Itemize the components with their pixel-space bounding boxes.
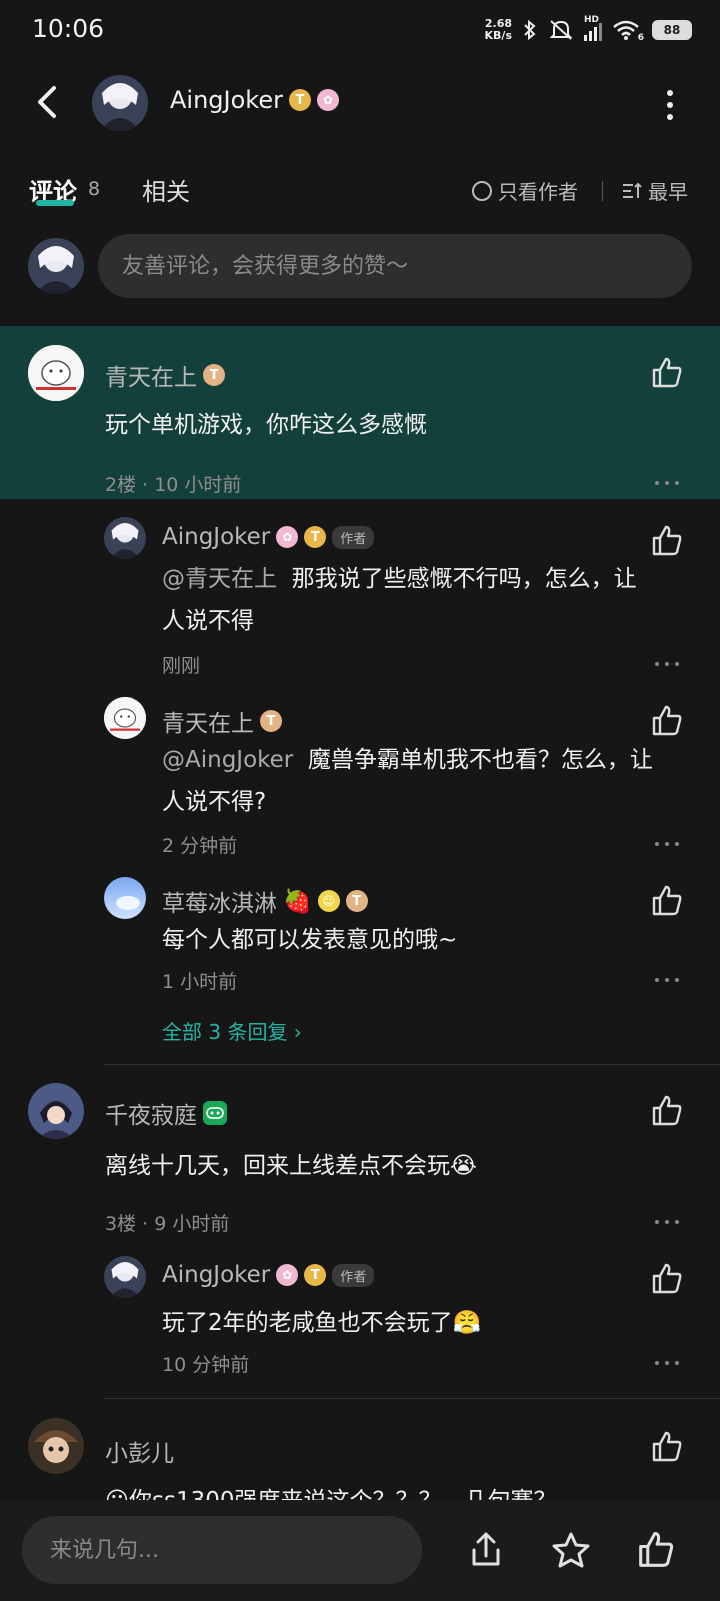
rabbit-badge-icon: ✿ bbox=[276, 1264, 299, 1286]
comment-username[interactable]: 青天在上 bbox=[105, 358, 197, 392]
like-icon[interactable] bbox=[636, 1530, 676, 1570]
level-badge-icon: T bbox=[345, 890, 368, 912]
comment-separator bbox=[104, 1064, 720, 1065]
comment-text: 玩个单机游戏，你咋这么多感慨 bbox=[105, 412, 427, 438]
reply-text: @AingJoker 魔兽争霸单机我不也看？怎么，让 人说不得? bbox=[162, 747, 653, 815]
avatar[interactable] bbox=[28, 345, 84, 401]
tab-related[interactable]: 相关 bbox=[142, 172, 190, 207]
comment-separator bbox=[104, 1398, 720, 1399]
gamepad-badge-icon bbox=[203, 1101, 227, 1125]
reply-username-row: 草莓冰淇淋 🍓 ☺ T bbox=[162, 884, 368, 918]
my-avatar bbox=[28, 238, 84, 294]
network-speed: 2.68 KB/s bbox=[484, 17, 512, 42]
comment-username-row: 青天在上 T bbox=[105, 358, 225, 392]
reply-time: 1 小时前 bbox=[162, 971, 238, 993]
reply-username-row: 青天在上 T bbox=[162, 704, 282, 738]
reply-input[interactable] bbox=[22, 1516, 418, 1584]
reply-username-row: AingJoker ✿ T 作者 bbox=[162, 1262, 375, 1288]
comment-meta: 2楼 · 10 小时前 bbox=[105, 474, 242, 496]
favorite-star-icon[interactable] bbox=[551, 1530, 591, 1570]
mute-icon bbox=[549, 20, 573, 40]
comment-count: 8 bbox=[88, 178, 101, 200]
reply-username-row: AingJoker ✿ T 作者 bbox=[162, 524, 375, 550]
status-icons: 2.68 KB/s HD 6 88 bbox=[484, 15, 692, 43]
reply-username[interactable]: AingJoker bbox=[162, 1262, 270, 1288]
rabbit-badge-icon: ✿ bbox=[276, 526, 299, 548]
battery-icon: 88 bbox=[652, 20, 692, 40]
like-icon[interactable] bbox=[650, 1094, 684, 1128]
more-options-icon[interactable] bbox=[666, 90, 674, 120]
sort-icon bbox=[623, 182, 642, 198]
tab-active-indicator bbox=[36, 200, 74, 206]
reply-time: 2 分钟前 bbox=[162, 835, 238, 857]
reply-mention[interactable]: @青天在上 bbox=[162, 566, 277, 592]
rabbit-badge-icon: ✿ bbox=[316, 89, 339, 111]
reply-username[interactable]: 草莓冰淇淋 bbox=[162, 884, 277, 918]
back-arrow-icon[interactable] bbox=[28, 80, 68, 124]
sort-button[interactable]: 最早 bbox=[622, 176, 688, 205]
network-type: HD bbox=[584, 15, 600, 25]
comment-input[interactable] bbox=[98, 234, 686, 298]
reply-mention[interactable]: @AingJoker bbox=[162, 747, 293, 773]
reply-username[interactable]: AingJoker bbox=[162, 524, 270, 550]
like-icon[interactable] bbox=[650, 704, 684, 738]
bluetooth-icon bbox=[524, 19, 536, 41]
reply-text: @青天在上 那我说了些感慨不行吗，怎么，让 人说不得 bbox=[162, 566, 637, 634]
character-badge-icon: ☺ bbox=[317, 890, 340, 912]
reply-text: 玩了2年的老咸鱼也不会玩了😤 bbox=[162, 1310, 482, 1336]
comment-username-row: 千夜寂庭 bbox=[105, 1096, 227, 1130]
level-badge-icon: T bbox=[203, 364, 225, 386]
comment-text: 离线十几天，回来上线差点不会玩😭 bbox=[105, 1153, 477, 1179]
level-badge-icon: T bbox=[304, 1264, 327, 1286]
more-dots-icon[interactable] bbox=[655, 662, 679, 668]
radio-circle-icon bbox=[472, 180, 492, 201]
avatar[interactable] bbox=[104, 877, 146, 919]
author-tag: 作者 bbox=[332, 1263, 375, 1287]
wifi-icon: 6 bbox=[612, 19, 644, 43]
signal-icon: HD bbox=[584, 15, 602, 41]
level-badge-icon: T bbox=[288, 89, 311, 111]
avatar[interactable] bbox=[28, 1418, 84, 1474]
only-author-toggle[interactable]: 只看作者 bbox=[472, 176, 578, 205]
author-name: AingJoker bbox=[170, 86, 283, 114]
strawberry-icon: 🍓 bbox=[283, 888, 312, 915]
more-dots-icon[interactable] bbox=[655, 1361, 679, 1367]
like-icon[interactable] bbox=[650, 524, 684, 558]
more-dots-icon[interactable] bbox=[655, 842, 679, 848]
comment-username[interactable]: 千夜寂庭 bbox=[105, 1096, 197, 1130]
reply-text: 每个人都可以发表意见的哦~ bbox=[162, 927, 458, 953]
like-icon[interactable] bbox=[650, 1262, 684, 1296]
reply-input-box[interactable] bbox=[22, 1516, 422, 1584]
avatar[interactable] bbox=[104, 1256, 146, 1298]
reply-time: 刚刚 bbox=[162, 655, 201, 677]
more-dots-icon[interactable] bbox=[655, 978, 679, 984]
avatar[interactable] bbox=[104, 697, 146, 739]
comment-meta: 3楼 · 9 小时前 bbox=[105, 1213, 230, 1235]
avatar[interactable] bbox=[104, 517, 146, 559]
more-dots-icon[interactable] bbox=[655, 1220, 679, 1226]
avatar[interactable] bbox=[28, 1083, 84, 1139]
share-icon[interactable] bbox=[466, 1530, 506, 1570]
wifi-level: 6 bbox=[637, 33, 644, 43]
level-badge-icon: T bbox=[304, 526, 327, 548]
status-time: 10:06 bbox=[32, 14, 105, 43]
comment-username[interactable]: 小彭儿 bbox=[105, 1434, 174, 1468]
author-name-row: AingJoker T ✿ bbox=[170, 86, 339, 114]
comment-input-box[interactable] bbox=[98, 234, 692, 298]
like-icon[interactable] bbox=[650, 1430, 684, 1464]
view-all-replies-link[interactable]: 全部 3 条回复 › bbox=[162, 1016, 302, 1045]
like-icon[interactable] bbox=[650, 356, 684, 390]
reply-time: 10 分钟前 bbox=[162, 1354, 250, 1376]
reply-username[interactable]: 青天在上 bbox=[162, 704, 254, 738]
filter-divider bbox=[602, 181, 603, 201]
author-avatar[interactable] bbox=[92, 75, 148, 131]
level-badge-icon: T bbox=[260, 710, 282, 732]
more-dots-icon[interactable] bbox=[655, 481, 679, 487]
like-icon[interactable] bbox=[650, 884, 684, 918]
author-tag: 作者 bbox=[332, 525, 375, 549]
